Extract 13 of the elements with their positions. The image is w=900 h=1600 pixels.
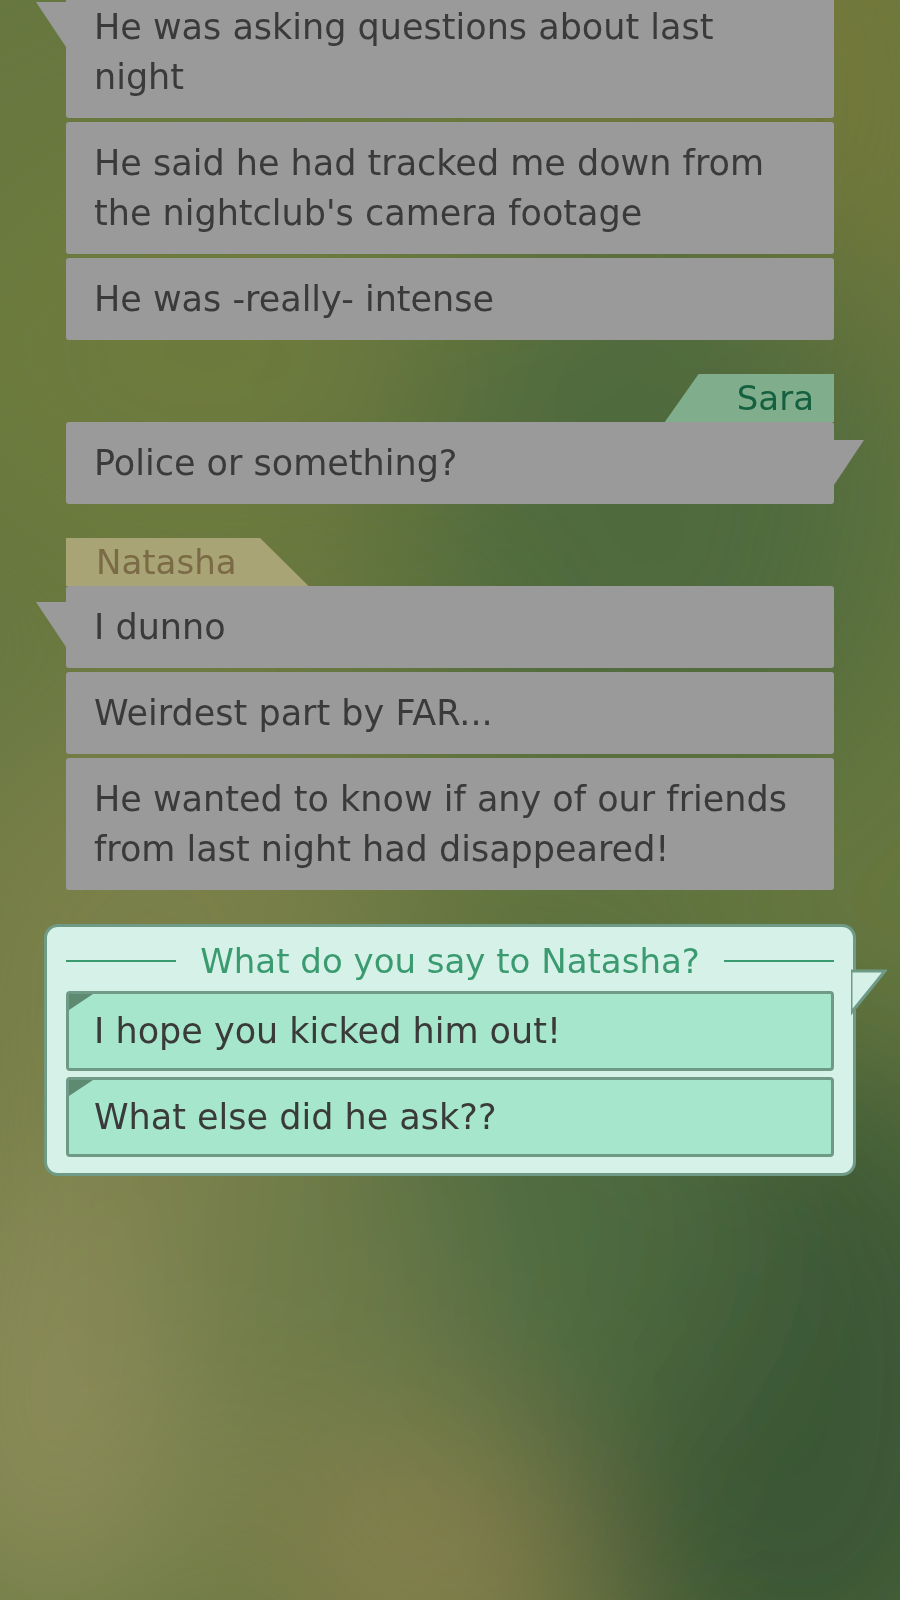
bubble-tail <box>36 602 68 650</box>
choice-option[interactable]: What else did he ask?? <box>66 1077 834 1157</box>
bubble-tail <box>832 440 864 488</box>
chat-bubble: He said he had tracked me down from the nightclub's camera footage <box>66 122 834 254</box>
sender-name: Natasha <box>66 538 309 586</box>
chat-bubble: Weirdest part by FAR... <box>66 672 834 754</box>
choice-option[interactable]: I hope you kicked him out! <box>66 991 834 1071</box>
chat-bubble: He was -really- intense <box>66 258 834 340</box>
chat-bubble: He was asking questions about last night <box>66 0 834 118</box>
chat-bubble: He wanted to know if any of our friends from last night had disappeared! <box>66 758 834 890</box>
choice-prompt: What do you say to Natasha? <box>200 940 700 983</box>
sender-name: Sara <box>664 374 834 422</box>
bubble-tail <box>36 2 68 50</box>
